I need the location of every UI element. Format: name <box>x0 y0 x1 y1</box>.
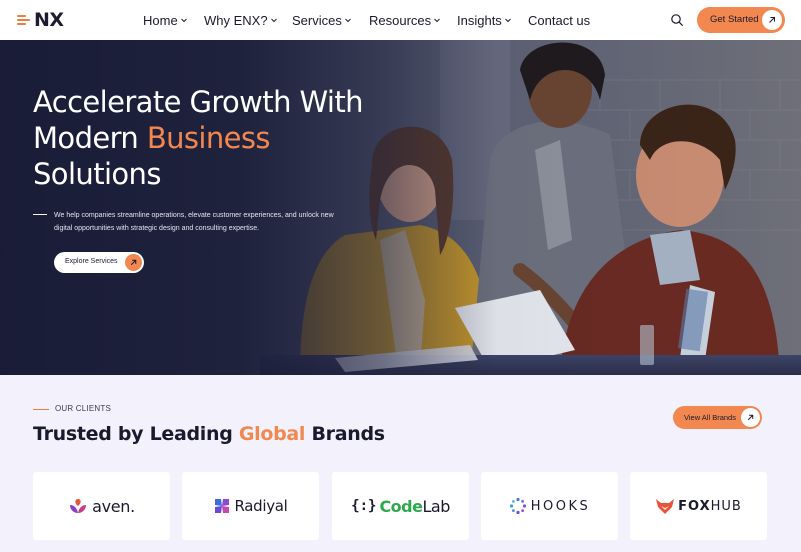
get-started-button[interactable]: Get Started <box>697 7 785 33</box>
arrow-circle <box>762 10 782 30</box>
brand-name-code: Code <box>379 496 423 516</box>
brand-card-hooks[interactable]: HOOKS <box>481 472 618 540</box>
menu-item-label: Contact us <box>528 12 591 28</box>
logo-text: NX <box>34 9 64 31</box>
top-navigation: NX Home Why ENX? Services Resources Insi… <box>0 0 801 40</box>
logo-mark-icon <box>17 13 33 27</box>
hero-description: We help companies streamline operations,… <box>54 212 334 232</box>
arrow-up-right-icon <box>747 414 754 421</box>
clients-eyebrow: OUR CLIENTS <box>55 404 111 413</box>
menu-item-insights[interactable]: Insights <box>457 11 528 29</box>
chevron-down-icon <box>434 18 440 23</box>
main-menu: Home Why ENX? Services Resources Insight… <box>143 11 590 29</box>
brand-name: Radiyal <box>234 497 288 515</box>
menu-item-label: Insights <box>457 12 502 28</box>
menu-item-contact-us[interactable]: Contact us <box>528 11 590 29</box>
brand-name-hub: HUB <box>710 498 742 514</box>
brand-card-radiyal[interactable]: Radiyal <box>182 472 319 540</box>
arrow-up-right-icon <box>769 17 775 23</box>
arrow-up-right-icon <box>130 259 137 266</box>
menu-item-services[interactable]: Services <box>292 11 369 29</box>
brand-name-prefix: {:} <box>351 498 377 514</box>
eyebrow-divider <box>33 409 49 410</box>
chevron-down-icon <box>270 18 277 23</box>
menu-item-label: Resources <box>369 12 432 28</box>
clients-title: Trusted by Leading Global Brands <box>33 423 385 445</box>
clients-title-part2: Brands <box>305 423 385 445</box>
hooks-logo-icon <box>509 497 526 515</box>
hero-divider <box>33 214 47 215</box>
arrow-circle <box>125 254 142 271</box>
menu-item-home[interactable]: Home <box>143 11 204 29</box>
chevron-down-icon <box>180 18 187 23</box>
brand-card-foxhub[interactable]: FOX HUB <box>630 472 767 540</box>
explore-services-label: Explore Services <box>65 258 118 265</box>
menu-item-label: Services <box>292 12 342 28</box>
hero-title: Accelerate Growth With Modern Business S… <box>33 84 413 192</box>
chevron-down-icon <box>345 18 351 23</box>
menu-item-label: Home <box>143 12 178 28</box>
brand-card-aven[interactable]: aven. <box>33 472 170 540</box>
menu-item-why-enx[interactable]: Why ENX? <box>204 11 292 29</box>
chevron-down-icon <box>504 18 511 23</box>
foxhub-logo-icon <box>656 499 675 514</box>
menu-item-label: Why ENX? <box>204 12 268 28</box>
search-icon[interactable] <box>670 13 684 27</box>
brand-name-lab: Lab <box>422 496 450 516</box>
clients-title-part1: Trusted by Leading <box>33 423 239 445</box>
brand-name: aven. <box>92 496 135 516</box>
menu-item-resources[interactable]: Resources <box>369 11 457 29</box>
view-all-brands-button[interactable]: View All Brands <box>673 406 762 429</box>
enx-logo[interactable]: NX <box>17 9 64 31</box>
hero-title-accent: Business <box>146 121 271 155</box>
explore-services-button[interactable]: Explore Services <box>54 252 144 273</box>
view-all-brands-label: View All Brands <box>684 413 736 422</box>
get-started-label: Get Started <box>710 14 759 25</box>
arrow-circle <box>741 408 760 427</box>
aven-logo-icon <box>70 499 87 513</box>
clients-title-accent: Global <box>238 423 306 445</box>
brand-name-fox: FOX <box>678 498 711 514</box>
radiyal-logo-icon <box>215 499 230 513</box>
hero-title-part2: Solutions <box>33 157 161 191</box>
hero-section: Accelerate Growth With Modern Business S… <box>0 40 801 375</box>
brand-card-codelab[interactable]: {:} Code Lab <box>332 472 469 540</box>
codelab-logo-icon: {:} Code Lab <box>351 497 450 516</box>
brand-name: HOOKS <box>530 498 591 514</box>
